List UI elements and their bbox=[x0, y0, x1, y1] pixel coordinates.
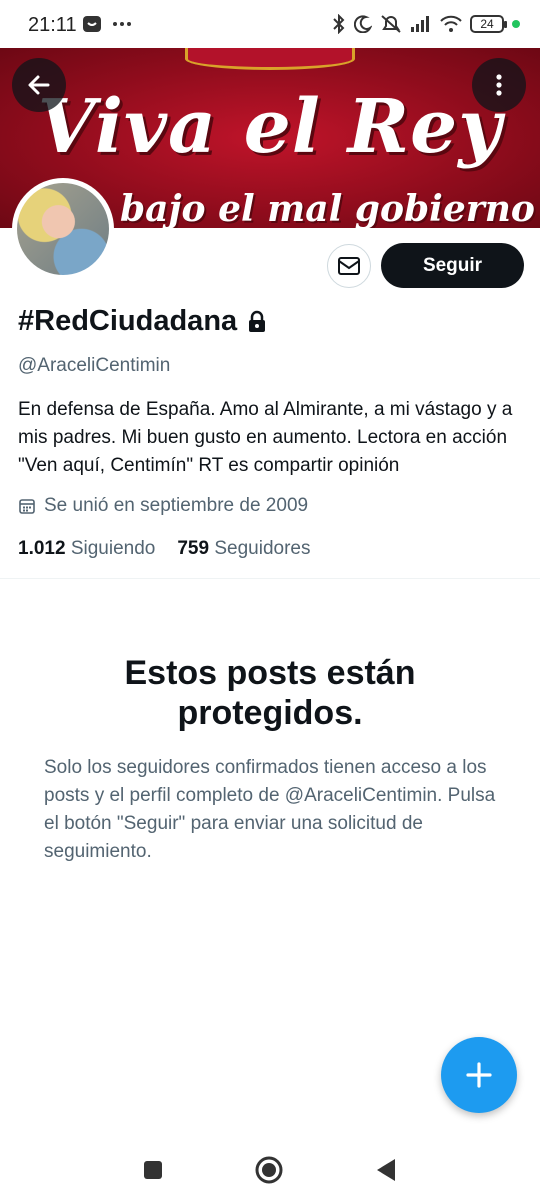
back-nav-icon[interactable] bbox=[374, 1157, 398, 1183]
mute-icon bbox=[381, 15, 401, 33]
back-button[interactable] bbox=[12, 58, 66, 112]
crown-graphic bbox=[185, 48, 355, 70]
more-notifications-icon bbox=[113, 22, 131, 26]
status-system-icons: 24 bbox=[332, 14, 520, 34]
profile-bio: En defensa de España. Amo al Almirante, … bbox=[18, 399, 513, 476]
app-notification-icon bbox=[83, 16, 101, 32]
more-vertical-icon bbox=[496, 74, 502, 96]
arrow-left-icon bbox=[28, 75, 50, 95]
status-bar: 21:11 24 bbox=[0, 0, 540, 50]
mail-icon bbox=[338, 257, 360, 275]
protected-description: Solo los seguidores confirmados tienen a… bbox=[44, 757, 496, 862]
system-navigation-bar bbox=[0, 1140, 540, 1200]
join-date-row: Se unió en septiembre de 2009 bbox=[18, 495, 308, 517]
status-notification-icons bbox=[82, 14, 132, 34]
status-time: 21:11 bbox=[28, 14, 77, 36]
battery-indicator: 24 bbox=[470, 15, 507, 33]
message-button[interactable] bbox=[327, 244, 371, 288]
protected-title: Estos posts están protegidos. bbox=[124, 654, 416, 732]
following-label: Siguiendo bbox=[70, 538, 156, 559]
display-name: #RedCiudadana bbox=[18, 305, 238, 337]
signal-icon bbox=[411, 16, 429, 32]
wifi-icon bbox=[440, 15, 462, 32]
home-icon[interactable] bbox=[254, 1155, 284, 1185]
follow-stats: 1.012 Siguiendo 759 Seguidores bbox=[18, 538, 310, 560]
display-name-row: #RedCiudadana bbox=[18, 305, 267, 338]
banner-title: Viva el Rey bbox=[37, 84, 503, 170]
avatar-image bbox=[17, 183, 109, 275]
calendar-icon bbox=[19, 499, 35, 514]
avatar[interactable] bbox=[12, 178, 114, 280]
divider bbox=[0, 578, 540, 579]
banner-subtitle: bajo el mal gobierno bbox=[120, 188, 535, 228]
compose-post-button[interactable] bbox=[441, 1037, 517, 1113]
following-count: 1.012 bbox=[18, 538, 66, 559]
followers-label: Seguidores bbox=[214, 538, 311, 559]
user-handle: @AraceliCentimin bbox=[18, 355, 171, 376]
followers-link[interactable]: 759 Seguidores bbox=[177, 538, 310, 560]
following-link[interactable]: 1.012 Siguiendo bbox=[18, 538, 155, 560]
lock-icon bbox=[249, 310, 266, 332]
more-options-button[interactable] bbox=[472, 58, 526, 112]
privacy-dot-icon bbox=[512, 20, 520, 28]
join-date: Se unió en septiembre de 2009 bbox=[44, 495, 309, 516]
follow-button[interactable]: Seguir bbox=[381, 243, 524, 288]
bluetooth-icon bbox=[333, 14, 345, 34]
plus-icon bbox=[466, 1062, 492, 1088]
followers-count: 759 bbox=[177, 538, 210, 559]
moon-icon bbox=[354, 15, 372, 33]
recent-apps-icon[interactable] bbox=[142, 1159, 164, 1181]
